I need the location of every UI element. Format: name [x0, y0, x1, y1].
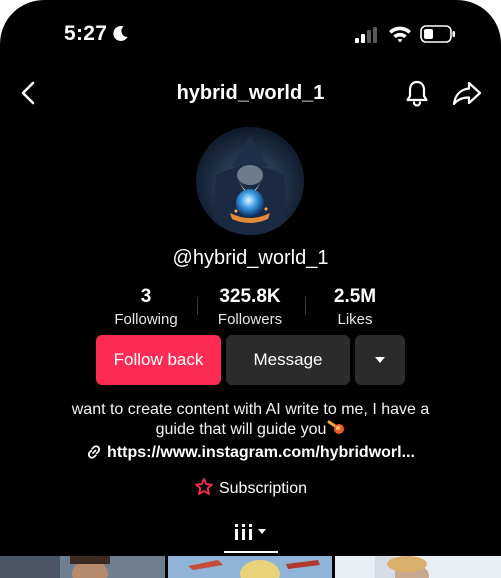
- status-bar: 5:27: [0, 0, 501, 60]
- bell-icon[interactable]: [403, 79, 431, 107]
- video-thumbnail-image: [335, 556, 501, 578]
- follow-back-button[interactable]: Follow back: [96, 335, 221, 385]
- wizard-avatar-image: [196, 127, 304, 235]
- profile-screen: 5:27 hybrid_world_1 @hybrid_world_1 3 Fo…: [0, 0, 501, 578]
- subscription-link[interactable]: Subscription: [0, 477, 501, 498]
- tab-videos-grid[interactable]: [224, 517, 278, 551]
- video-thumbnail[interactable]: [335, 556, 501, 578]
- grid-icon: [235, 524, 266, 540]
- following-count: 3: [140, 286, 152, 307]
- more-options-button[interactable]: [355, 335, 405, 385]
- video-thumbnail[interactable]: [0, 556, 165, 578]
- signal-icon: [355, 27, 377, 43]
- share-icon[interactable]: [452, 79, 482, 107]
- comet-icon: [327, 420, 345, 434]
- profile-link-text: https://www.instagram.com/hybridworl...: [107, 444, 415, 461]
- followers-count: 325.8K: [219, 286, 281, 307]
- wifi-icon: [389, 26, 411, 43]
- video-thumbnail-image: [0, 556, 165, 578]
- video-grid: [0, 556, 501, 578]
- bio-line-1: want to create content with AI write to …: [71, 401, 430, 418]
- stat-likes[interactable]: 2.5M Likes: [305, 286, 405, 328]
- avatar[interactable]: [196, 127, 304, 235]
- stat-following[interactable]: 3 Following: [96, 286, 196, 328]
- top-navigation: hybrid_world_1: [0, 70, 501, 118]
- status-time: 5:27: [64, 22, 108, 45]
- profile-bio: want to create content with AI write to …: [40, 400, 461, 440]
- likes-count: 2.5M: [333, 286, 377, 307]
- video-thumbnail[interactable]: [168, 556, 332, 578]
- subscription-star-icon: [195, 478, 213, 495]
- stat-divider: [197, 297, 198, 315]
- active-tab-indicator: [224, 551, 278, 553]
- profile-link[interactable]: https://www.instagram.com/hybridworl...: [0, 444, 501, 462]
- likes-label: Likes: [337, 311, 373, 328]
- profile-stats: 3 Following 325.8K Followers 2.5M Likes: [0, 286, 501, 332]
- video-thumbnail-image: [168, 556, 332, 578]
- subscription-label: Subscription: [218, 480, 308, 497]
- followers-label: Followers: [217, 311, 283, 328]
- following-label: Following: [114, 311, 178, 328]
- caret-down-icon: [375, 357, 385, 363]
- stat-followers[interactable]: 325.8K Followers: [200, 286, 300, 328]
- battery-icon: [420, 25, 455, 43]
- message-button[interactable]: Message: [226, 335, 350, 385]
- link-icon: [87, 445, 101, 459]
- moon-icon: [113, 26, 128, 42]
- bio-line-2: guide that will guide you: [155, 421, 327, 438]
- profile-handle: @hybrid_world_1: [172, 247, 329, 269]
